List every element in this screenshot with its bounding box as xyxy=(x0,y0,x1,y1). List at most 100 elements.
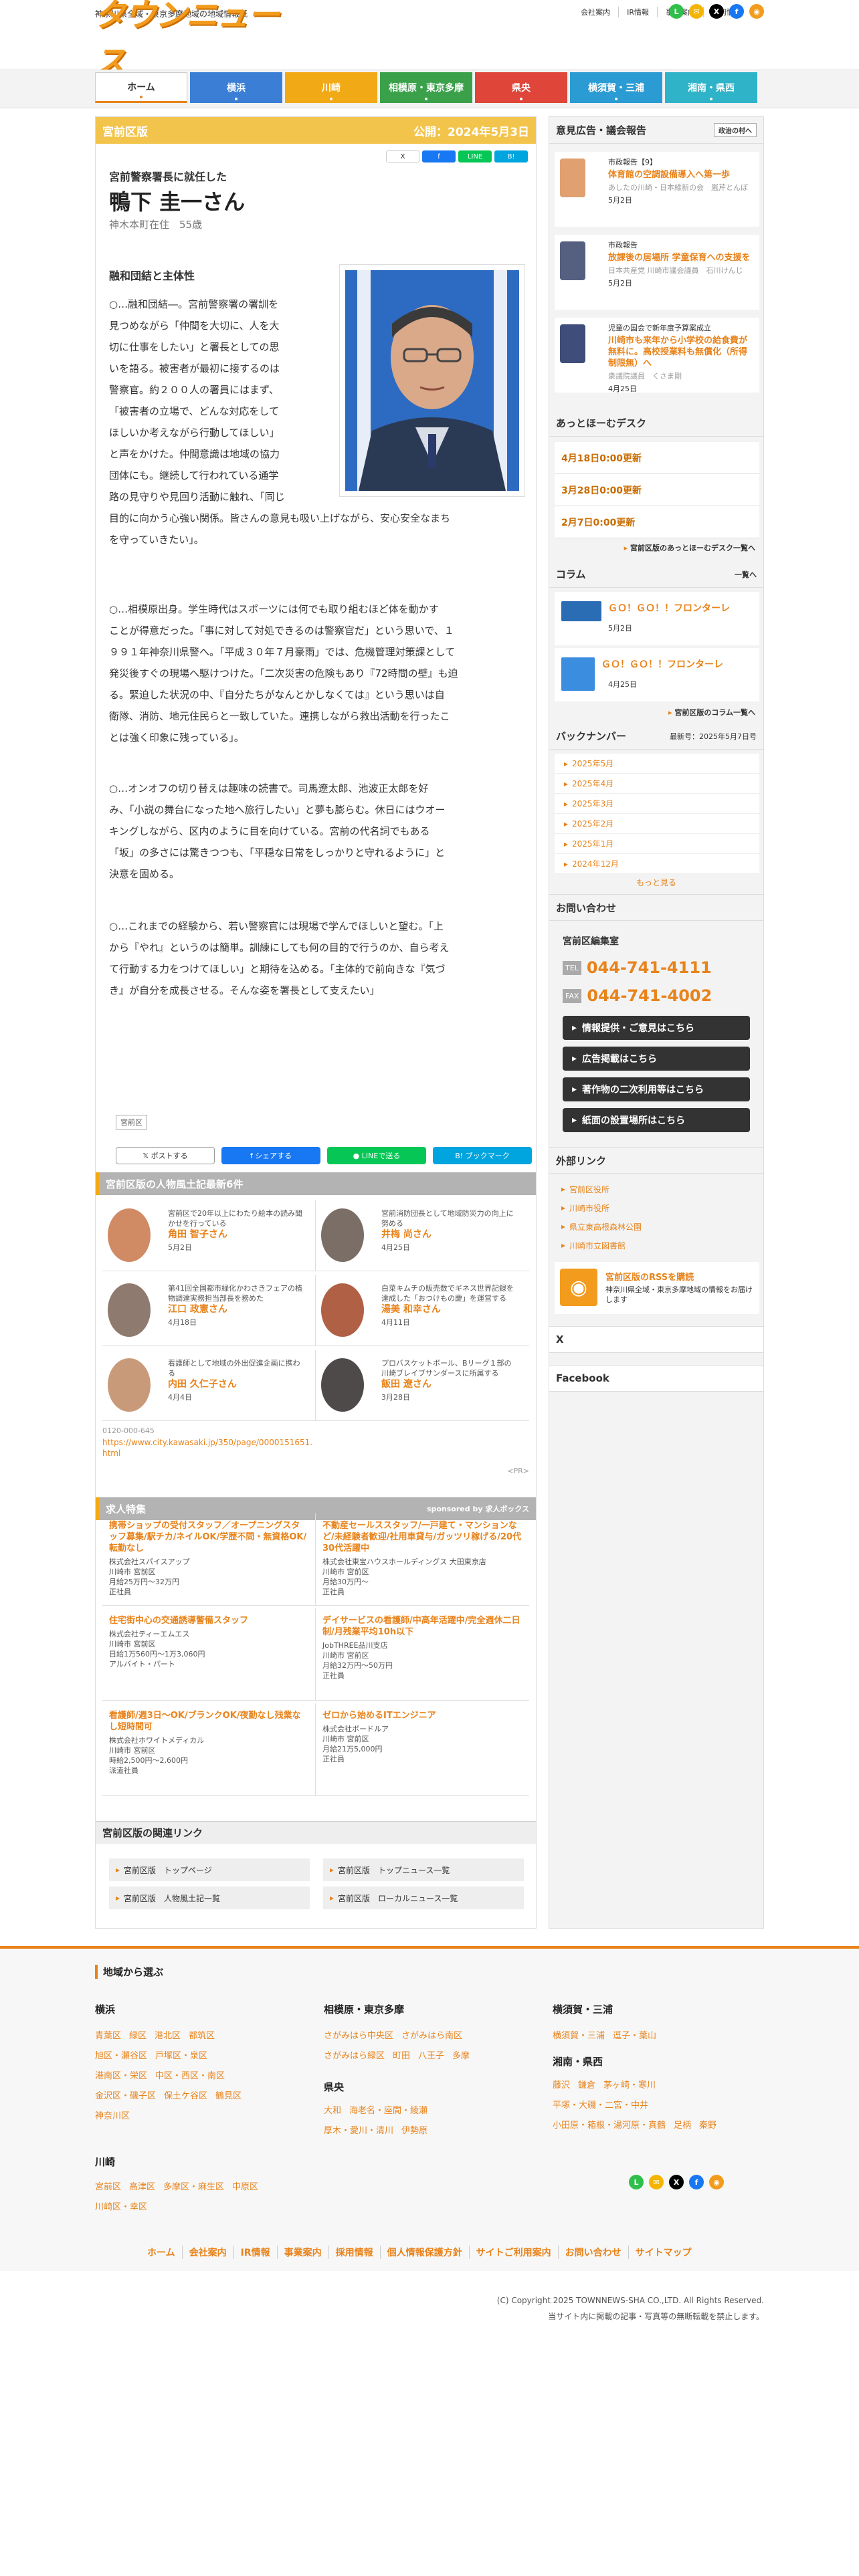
ext-link[interactable]: 川崎市立図書館 xyxy=(561,1237,626,1254)
nav-tab[interactable]: 横須賀・三浦 xyxy=(570,72,662,103)
backnum-item[interactable]: 2025年3月 xyxy=(555,794,759,814)
footer-region-link[interactable]: 緑区 xyxy=(129,2031,147,2041)
backnum-item[interactable]: 2025年2月 xyxy=(555,814,759,834)
footer-region-link[interactable]: 保土ケ谷区 xyxy=(164,2091,207,2101)
people-url[interactable]: https://www.city.kawasaki.jp/350/page/00… xyxy=(102,1437,316,1459)
footer-nav-link[interactable]: お問い合わせ xyxy=(557,2246,628,2259)
person-item[interactable]: プロバスケットボール、Bリーグ１部の川崎ブレイブサンダースに所属する 飯田 遼さん… xyxy=(316,1350,529,1421)
footer-region-link[interactable]: 多摩区・麻生区 xyxy=(163,2182,224,2192)
footer-nav-link[interactable]: 個人情報保護方針 xyxy=(379,2246,469,2259)
opinion-item[interactable]: 市政報告【9】 体育館の空調設備導入へ第一歩 あしたの川崎・日本維新の会 嵐芹とんぼ… xyxy=(555,152,759,227)
share-hatena-small[interactable]: B! xyxy=(494,150,528,163)
note-icon[interactable]: ✉ xyxy=(649,2175,664,2189)
facebook-icon[interactable]: f xyxy=(729,4,744,19)
footer-region-link[interactable]: 港北区 xyxy=(155,2031,181,2041)
footer-nav-link[interactable]: ホーム xyxy=(140,2246,182,2259)
footer-region-link[interactable]: 旭区・瀬谷区 xyxy=(95,2051,147,2061)
job-item[interactable]: ゼロから始めるITエンジニア 株式会社ボードルア 川崎市 宮前区 月給21万5,000… xyxy=(316,1703,529,1796)
footer-region-link[interactable]: 鶴見区 xyxy=(215,2091,242,2101)
backnum-item[interactable]: 2025年1月 xyxy=(555,834,759,854)
top-link-company[interactable]: 会社案内 xyxy=(573,7,618,17)
opinion-item[interactable]: 児童の国会で新年度予算案成立 川崎市も来年から小学校の給食費が無料に。高校授業料も… xyxy=(555,318,759,393)
footer-region-link[interactable]: 秦野 xyxy=(699,2121,717,2131)
site-logo[interactable]: タウンニュース xyxy=(94,0,288,81)
footer-region-link[interactable]: さがみはら南区 xyxy=(401,2031,462,2041)
footer-region-link[interactable]: 金沢区・磯子区 xyxy=(95,2091,156,2101)
info-provide-button[interactable]: 情報提供・ご意見はこちら xyxy=(563,1016,750,1040)
backnum-item[interactable]: 2025年4月 xyxy=(555,774,759,794)
note-icon[interactable]: ✉ xyxy=(689,4,704,19)
nav-tab[interactable]: 相模原・東京多摩 xyxy=(380,72,472,103)
nav-tab[interactable]: 横浜 xyxy=(190,72,282,103)
column-item[interactable]: ＧＯ！ＧＯ！！フロンターレ 5月2日 xyxy=(555,592,759,645)
tel-number[interactable]: 044-741-4111 xyxy=(587,958,712,977)
share-x-small[interactable]: X xyxy=(386,150,419,163)
footer-region-link[interactable]: さがみはら中央区 xyxy=(324,2031,393,2041)
line-icon[interactable]: L xyxy=(669,4,684,19)
person-item[interactable]: 白菜キムチの販売数でギネス世界記録を達成した「おつけもの慶」を運営する 湯美 和幸… xyxy=(316,1275,529,1346)
ad-button[interactable]: 広告掲載はこちら xyxy=(563,1047,750,1071)
job-item[interactable]: 不動産セールススタッフ/一戸建て・マンションなど/未経験者歓迎/社用車貸与/ガッ… xyxy=(316,1513,529,1606)
column-list-link[interactable]: 宮前区版のコラム一覧へ xyxy=(668,707,755,718)
person-item[interactable]: 宮前区で20年以上にわたり絵本の読み聞かせを行っている 角田 智子さん 5月2日 xyxy=(102,1200,316,1271)
footer-region-link[interactable]: 中原区 xyxy=(232,2182,258,2192)
share-x-button[interactable]: 𝕏 ポストする xyxy=(116,1147,215,1164)
footer-nav-link[interactable]: 事業案内 xyxy=(276,2246,328,2259)
footer-region-link[interactable]: 海老名・座間・綾瀬 xyxy=(349,2106,427,2116)
footer-region-link[interactable]: 藤沢 xyxy=(553,2080,570,2090)
politics-button[interactable]: 政治の村へ xyxy=(714,123,757,137)
footer-region-link[interactable]: 高津区 xyxy=(129,2182,155,2192)
related-link-topnews[interactable]: 宮前区版 トップニュース一覧 xyxy=(323,1858,524,1881)
rss-icon[interactable]: ◉ xyxy=(709,2175,724,2189)
footer-region-link[interactable]: 伊勢原 xyxy=(401,2126,427,2136)
desk-item[interactable]: 3月28日0:00更新 xyxy=(555,474,759,506)
share-line-small[interactable]: LINE xyxy=(458,150,492,163)
footer-region-link[interactable]: 川崎区・幸区 xyxy=(95,2202,147,2212)
footer-region-link[interactable]: 町田 xyxy=(393,2051,410,2061)
related-link-people[interactable]: 宮前区版 人物風土記一覧 xyxy=(109,1887,310,1909)
footer-region-link[interactable]: 大和 xyxy=(324,2106,341,2116)
person-item[interactable]: 第41回全国都市緑化かわさきフェアの植物調達実務担当部長を務めた 江口 政憲さん 4… xyxy=(102,1275,316,1346)
footer-region-link[interactable]: 小田原・箱根・湯河原・真鶴 xyxy=(553,2121,666,2131)
article-tag[interactable]: 宮前区 xyxy=(116,1115,147,1130)
nav-tab[interactable]: 川崎 xyxy=(285,72,377,103)
footer-region-link[interactable]: 茅ヶ崎・寒川 xyxy=(603,2080,656,2090)
job-item[interactable]: 携帯ショップの受付スタッフ／オープニングスタッフ募集/駅チカ/ネイルOK/学歴不… xyxy=(102,1513,316,1606)
related-link-top[interactable]: 宮前区版 トップページ xyxy=(109,1858,310,1881)
footer-region-link[interactable]: 港南区・栄区 xyxy=(95,2071,147,2081)
person-item[interactable]: 看護師として地域の外出促進企画に携わる 内田 久仁子さん 4月4日 xyxy=(102,1350,316,1421)
rss-icon[interactable]: ◉ xyxy=(749,4,764,19)
desk-item[interactable]: 2月7日0:00更新 xyxy=(555,506,759,538)
footer-region-link[interactable]: 八王子 xyxy=(418,2051,444,2061)
footer-region-link[interactable]: 多摩 xyxy=(452,2051,470,2061)
footer-region-link[interactable]: 中区・西区・南区 xyxy=(155,2071,225,2081)
footer-region-link[interactable]: 横須賀・三浦 xyxy=(553,2031,605,2041)
footer-region-link[interactable]: 青葉区 xyxy=(95,2031,121,2041)
column-all-link[interactable]: 一覧へ xyxy=(735,569,757,580)
footer-region-link[interactable]: 逗子・葉山 xyxy=(613,2031,656,2041)
footer-region-link[interactable]: 都筑区 xyxy=(189,2031,215,2041)
footer-nav-link[interactable]: サイトマップ xyxy=(628,2246,698,2259)
line-icon[interactable]: L xyxy=(629,2175,644,2189)
top-link-ir[interactable]: IR情報 xyxy=(618,7,657,17)
job-item[interactable]: デイサービスの看護師/中高年活躍中/完全週休二日制/月残業平均10h以下 JobT… xyxy=(316,1608,529,1701)
backnum-item[interactable]: 2024年12月 xyxy=(555,854,759,874)
related-link-local[interactable]: 宮前区版 ローカルニュース一覧 xyxy=(323,1887,524,1909)
x-icon[interactable]: X xyxy=(709,4,724,19)
ext-link[interactable]: 県立東高根森林公園 xyxy=(561,1218,642,1235)
copyright-use-button[interactable]: 著作物の二次利用等はこちら xyxy=(563,1077,750,1101)
footer-region-link[interactable]: 鎌倉 xyxy=(578,2080,595,2090)
x-icon[interactable]: X xyxy=(669,2175,684,2189)
share-line-button[interactable]: ● LINEで送る xyxy=(327,1147,426,1164)
footer-nav-link[interactable]: 会社案内 xyxy=(181,2246,233,2259)
rss-box[interactable]: ◉ 宮前区版のRSSを購読 神奈川県全域・東京多摩地域の情報をお届けします xyxy=(555,1262,759,1314)
desk-item[interactable]: 4月18日0:00更新 xyxy=(555,442,759,474)
footer-region-link[interactable]: 宮前区 xyxy=(95,2182,121,2192)
nav-tab[interactable]: 湘南・県西 xyxy=(665,72,757,103)
desk-more-link[interactable]: 宮前区版のあっとほーむデスク一覧へ xyxy=(624,542,755,553)
ext-link[interactable]: 宮前区役所 xyxy=(561,1180,609,1198)
footer-region-link[interactable]: さがみはら緑区 xyxy=(324,2051,385,2061)
footer-region-link[interactable]: 厚木・愛川・清川 xyxy=(324,2126,393,2136)
share-facebook-button[interactable]: f シェアする xyxy=(221,1147,320,1164)
backnum-more[interactable]: もっと見る xyxy=(549,877,763,888)
